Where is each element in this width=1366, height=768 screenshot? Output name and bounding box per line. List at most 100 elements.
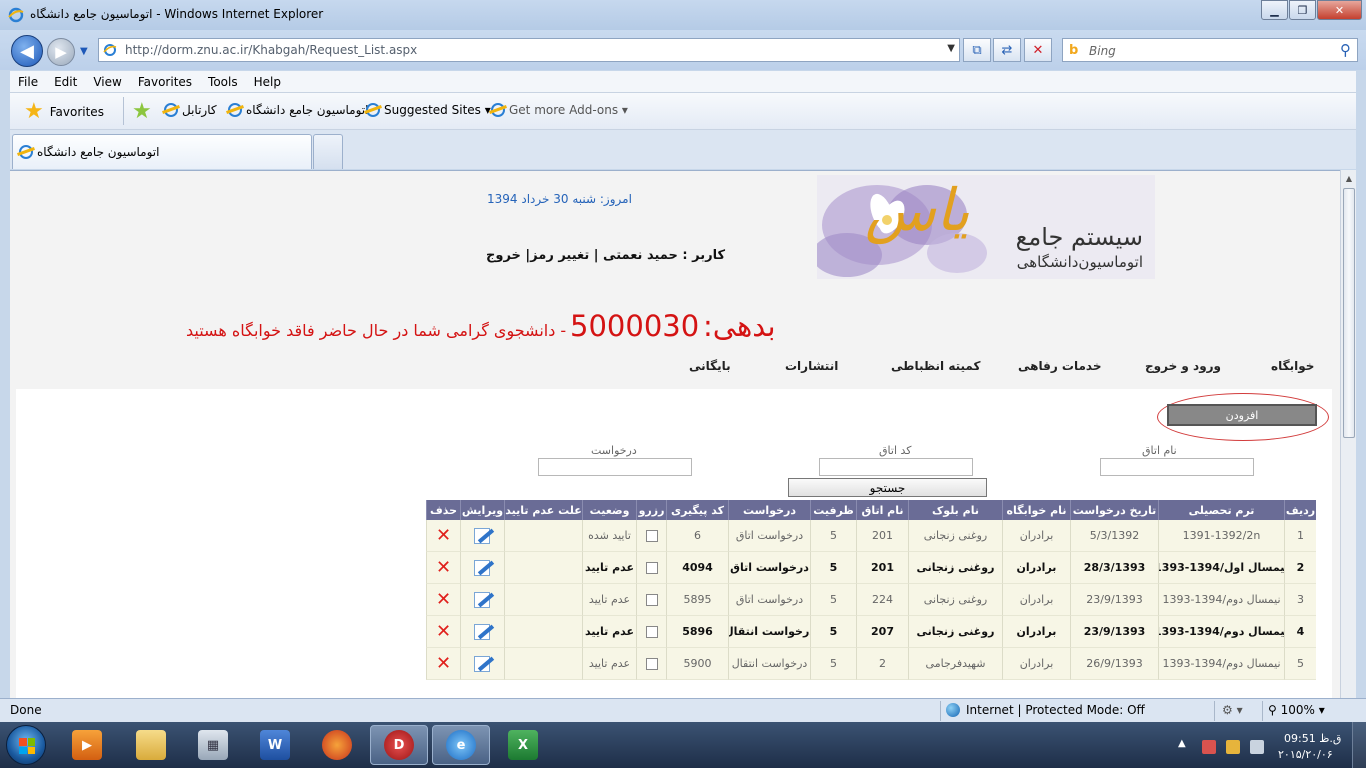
cell-term: 1391-1392/2n [1158, 520, 1284, 552]
taskbar: ▶ ▦ W D e X ▲ ق.ظ 09:51 ۲۰۱۵/۲۰/۰۶ [0, 722, 1366, 768]
search-box[interactable]: b Bing ⚲ [1062, 38, 1358, 62]
edit-icon[interactable] [472, 526, 494, 546]
fav-link-automation[interactable]: اتوماسیون جامع دانشگاه [228, 103, 368, 117]
ie-logo-icon [8, 7, 24, 23]
taskbar-internet-explorer[interactable]: e [432, 725, 490, 765]
search-button[interactable]: جستجو [788, 478, 987, 497]
col-header: نام بلوک [908, 500, 1002, 520]
clock-time[interactable]: ق.ظ 09:51 [1284, 732, 1341, 745]
start-button[interactable] [6, 725, 46, 765]
ie-page-icon [19, 145, 33, 159]
room-name-input[interactable] [1100, 458, 1254, 476]
flag-icon[interactable] [1202, 740, 1216, 754]
taskbar-calculator[interactable]: ▦ [184, 725, 242, 765]
address-bar[interactable]: http://dorm.znu.ac.ir/Khabgah/Request_Li… [98, 38, 960, 62]
scroll-thumb[interactable] [1343, 188, 1355, 438]
menu-help[interactable]: Help [246, 75, 289, 89]
delete-icon[interactable]: ✕ [436, 654, 451, 673]
delete-icon[interactable]: ✕ [436, 558, 451, 577]
show-desktop-button[interactable] [1352, 722, 1366, 768]
stop-button[interactable]: ✕ [1024, 38, 1052, 62]
add-button[interactable]: افزودن [1167, 404, 1317, 426]
request-input[interactable] [538, 458, 692, 476]
room-code-input[interactable] [819, 458, 973, 476]
menu-view[interactable]: View [85, 75, 129, 89]
tab-active[interactable]: اتوماسیون جامع دانشگاه [12, 134, 312, 169]
recent-pages-dropdown[interactable]: ▼ [80, 46, 88, 57]
nav-entry-exit[interactable]: ورود و خروج [1145, 359, 1221, 373]
nav-welfare[interactable]: خدمات رفاهی [1018, 359, 1101, 373]
compatibility-view-button[interactable]: ⧉ [963, 38, 991, 62]
edit-icon[interactable] [472, 654, 494, 674]
menu-tools[interactable]: Tools [200, 75, 246, 89]
forward-button[interactable]: ▶ [47, 38, 75, 66]
nav-archive[interactable]: بایگانی [689, 359, 731, 373]
maximize-button[interactable]: ❐ [1289, 0, 1316, 20]
reserve-checkbox[interactable] [645, 657, 658, 670]
nav-publications[interactable]: انتشارات [785, 359, 838, 373]
favorites-bar: ★ Favorites ★ کارتابل اتوماسیون جامع دان… [10, 93, 1356, 130]
cell-date: 26/9/1393 [1070, 648, 1158, 680]
show-hidden-icons[interactable]: ▲ [1178, 738, 1186, 749]
cell-code: 5900 [666, 648, 728, 680]
taskbar-firefox[interactable] [308, 725, 366, 765]
menu-edit[interactable]: Edit [46, 75, 85, 89]
fav-link-label: Get more Add-ons ▾ [509, 103, 628, 117]
d-app-icon: D [384, 730, 414, 760]
zoom-level[interactable]: ⚲ 100% ▾ [1268, 703, 1325, 717]
cell-block: روغنی زنجانی [908, 520, 1002, 552]
edit-icon[interactable] [472, 590, 494, 610]
minimize-button[interactable]: ▁ [1261, 0, 1288, 20]
taskbar-explorer[interactable] [122, 725, 180, 765]
add-to-favorites-button[interactable]: ★ [132, 99, 158, 124]
fav-get-addons[interactable]: Get more Add-ons ▾ [491, 103, 628, 117]
favorites-button[interactable]: ★ Favorites [24, 99, 104, 124]
cell-req: درخواست اتاق [728, 584, 810, 616]
col-header: ویرایش [460, 500, 504, 520]
menu-favorites[interactable]: Favorites [130, 75, 200, 89]
reserve-checkbox[interactable] [645, 625, 658, 638]
cell-date: 5/3/1392 [1070, 520, 1158, 552]
delete-icon[interactable]: ✕ [436, 526, 451, 545]
edit-icon[interactable] [472, 558, 494, 578]
new-tab-button[interactable] [313, 134, 343, 169]
volume-icon[interactable] [1250, 740, 1264, 754]
cell-delete: ✕ [426, 520, 460, 552]
settings-dropdown-icon[interactable]: ⚙ ▾ [1222, 703, 1243, 717]
address-dropdown-icon[interactable]: ▼ [947, 43, 955, 54]
ie-page-icon [366, 103, 380, 117]
page-viewport: یاس سیستم جامع اتوماسیون‌دانشگاهی امروز:… [10, 170, 1340, 698]
taskbar-media-player[interactable]: ▶ [58, 725, 116, 765]
taskbar-app-d[interactable]: D [370, 725, 428, 765]
fav-link-kartabl[interactable]: کارتابل [164, 103, 217, 117]
clock-date[interactable]: ۲۰۱۵/۲۰/۰۶ [1278, 748, 1333, 761]
delete-icon[interactable]: ✕ [436, 622, 451, 641]
network-icon[interactable] [1226, 740, 1240, 754]
reserve-checkbox[interactable] [645, 593, 658, 606]
bing-icon: b [1069, 43, 1079, 58]
taskbar-word[interactable]: W [246, 725, 304, 765]
search-placeholder: Bing [1089, 44, 1116, 58]
delete-icon[interactable]: ✕ [436, 590, 451, 609]
fav-suggested-sites[interactable]: Suggested Sites ▾ [366, 103, 491, 117]
cell-reason [504, 552, 582, 584]
col-header: علت عدم تایید [504, 500, 582, 520]
search-icon[interactable]: ⚲ [1340, 41, 1351, 59]
compatibility-icon: ⧉ [972, 42, 982, 58]
reserve-checkbox[interactable] [645, 529, 658, 542]
edit-icon[interactable] [472, 622, 494, 642]
close-window-button[interactable]: ✕ [1317, 0, 1362, 20]
main-nav: خوابگاه ورود و خروج خدمات رفاهی کمیته ان… [650, 359, 1314, 379]
user-line[interactable]: کاربر : حمید نعمتی | تغییر رمز| خروج [486, 248, 725, 263]
scroll-up-icon[interactable]: ▲ [1341, 170, 1357, 186]
cell-delete: ✕ [426, 552, 460, 584]
menu-file[interactable]: File [10, 75, 46, 89]
vertical-scrollbar[interactable]: ▲ [1340, 170, 1356, 698]
back-button[interactable]: ◀ [11, 35, 43, 67]
reserve-checkbox[interactable] [645, 561, 658, 574]
security-zone[interactable]: Internet | Protected Mode: Off [946, 703, 1145, 717]
taskbar-excel[interactable]: X [494, 725, 552, 765]
refresh-button[interactable]: ⇄ [993, 38, 1021, 62]
nav-dormitory[interactable]: خوابگاه [1271, 359, 1314, 373]
nav-discipline[interactable]: کمیته انظباطی [891, 359, 980, 373]
